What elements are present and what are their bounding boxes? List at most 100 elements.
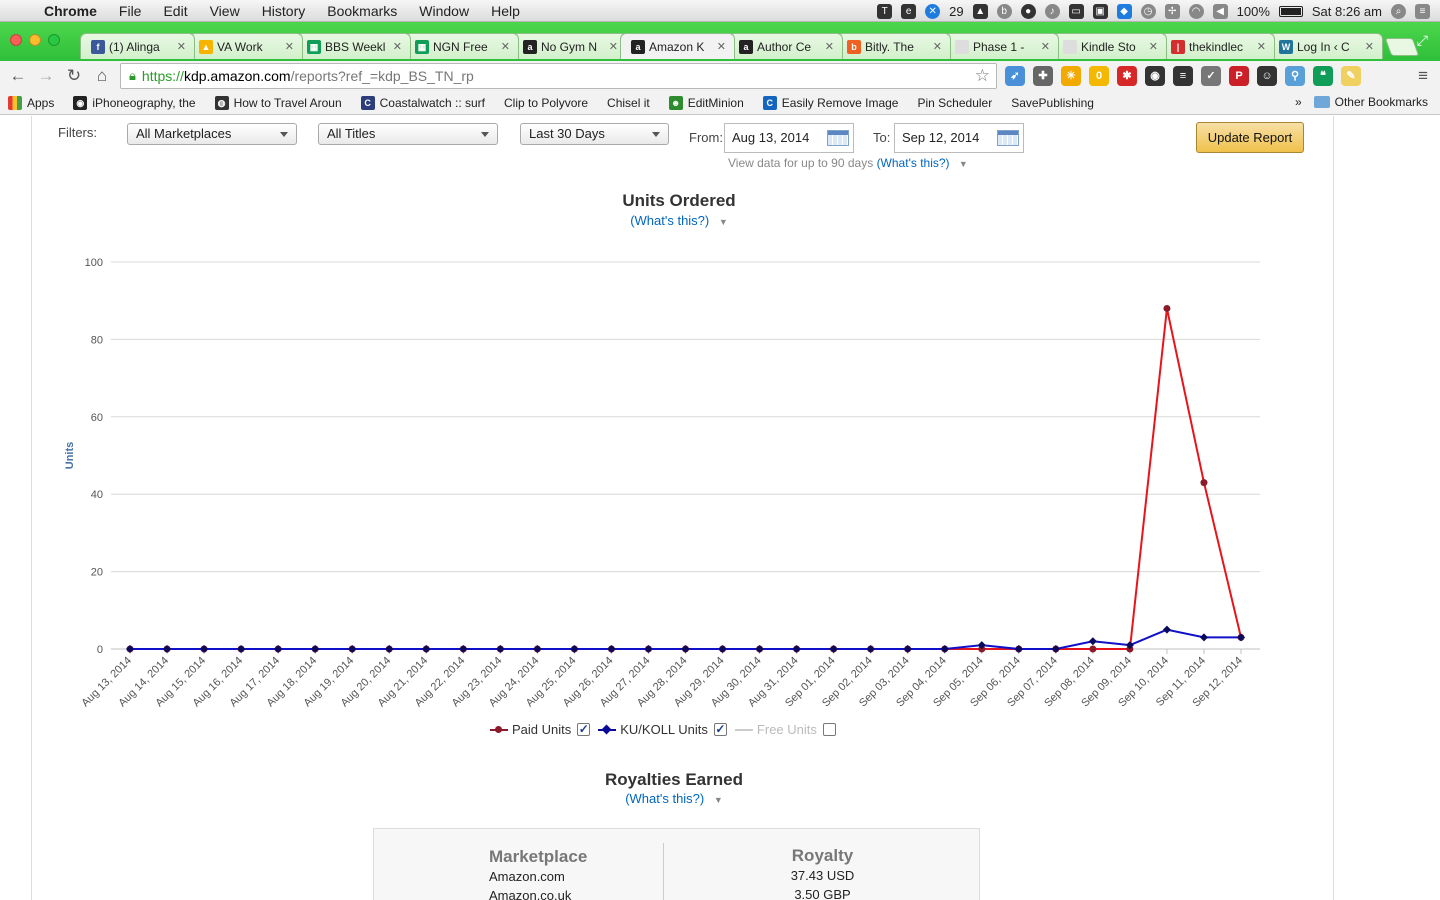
tab-10[interactable]: | thekindlec ✕ bbox=[1160, 33, 1275, 59]
magnifier-extension-icon[interactable]: ⚲ bbox=[1285, 66, 1305, 86]
menu-bookmarks[interactable]: Bookmarks bbox=[316, 3, 408, 19]
menu-window[interactable]: Window bbox=[408, 3, 480, 19]
volume-icon[interactable]: ◀ bbox=[1212, 3, 1228, 19]
bookmark-item[interactable]: Clip to Polyvore bbox=[0, 96, 588, 221]
tab-1[interactable]: ▲ VA Work ✕ bbox=[188, 33, 303, 59]
menu-edit[interactable]: Edit bbox=[152, 3, 198, 19]
tab-2[interactable]: ▦ BBS Weekl ✕ bbox=[296, 33, 411, 59]
legend-ku-units[interactable]: KU/KOLL Units ✓ bbox=[598, 722, 727, 737]
close-tab-icon[interactable]: ✕ bbox=[1365, 40, 1374, 53]
monitor-icon[interactable]: ▭ bbox=[1068, 3, 1084, 19]
buffer-extension-icon[interactable]: ≡ bbox=[1173, 66, 1193, 86]
suitcase-icon[interactable]: ▣ bbox=[1092, 3, 1108, 19]
time-machine-icon[interactable]: ◷ bbox=[1140, 3, 1156, 19]
owl-extension-icon[interactable]: ◉ bbox=[1145, 66, 1165, 86]
fullscreen-icon[interactable]: ⤢ bbox=[1417, 32, 1428, 49]
bookmark-item[interactable]: Chisel it bbox=[0, 96, 650, 221]
home-button[interactable]: ⌂ bbox=[88, 66, 116, 86]
drive-icon[interactable]: ▲ bbox=[972, 3, 988, 19]
other-bookmarks[interactable]: Other Bookmarks bbox=[1335, 95, 1428, 109]
close-tab-icon[interactable]: ✕ bbox=[1149, 40, 1158, 53]
tab-9[interactable]: Kindle Sto ✕ bbox=[1052, 33, 1167, 59]
bluetooth-icon[interactable]: ✢ bbox=[1164, 3, 1180, 19]
speech-icon[interactable]: ● bbox=[1020, 3, 1036, 19]
address-bar[interactable]: 🔒︎ https:// kdp.amazon.com /reports?ref_… bbox=[120, 63, 997, 89]
wifi-icon[interactable]: ◠ bbox=[1188, 3, 1204, 19]
tab-11[interactable]: W Log In ‹ C ✕ bbox=[1268, 33, 1383, 59]
battery-icon[interactable] bbox=[1278, 5, 1303, 17]
evernote-icon[interactable]: e bbox=[901, 3, 917, 19]
zoom-window-button[interactable] bbox=[48, 34, 60, 46]
lock-icon[interactable]: 🔒︎ bbox=[129, 68, 136, 84]
pinterest-extension-icon[interactable]: P bbox=[1229, 66, 1249, 86]
bookmark-item[interactable]: SavePublishing bbox=[0, 96, 1094, 221]
note-extension-icon[interactable]: ✎ bbox=[1341, 66, 1361, 86]
bookmark-item[interactable]: ☻ EditMinion bbox=[668, 95, 744, 110]
new-tab-button[interactable] bbox=[1384, 38, 1420, 56]
bookmark-item[interactable]: Pin Scheduler bbox=[0, 96, 992, 221]
xmarks-icon[interactable]: ✕ bbox=[925, 3, 941, 19]
bookmark-item[interactable]: C Coastalwatch :: surf bbox=[360, 95, 485, 110]
bookmark-item[interactable]: ◍ How to Travel Aroun bbox=[214, 95, 342, 110]
bookmark-item[interactable]: C Easily Remove Image bbox=[762, 95, 898, 110]
menu-view[interactable]: View bbox=[199, 3, 251, 19]
ku-units-swatch bbox=[598, 725, 617, 735]
hangouts-extension-icon[interactable]: ❝ bbox=[1313, 66, 1333, 86]
tab-8[interactable]: Phase 1 - ✕ bbox=[944, 33, 1059, 59]
forward-button[interactable]: → bbox=[32, 66, 60, 86]
tab-5[interactable]: a Amazon K ✕ bbox=[620, 33, 735, 59]
bell-icon[interactable]: ♪ bbox=[1044, 3, 1060, 19]
legend-free-units[interactable]: Free Units bbox=[734, 722, 836, 737]
bookmark-item[interactable]: Apps bbox=[8, 95, 54, 110]
tab-3[interactable]: ▦ NGN Free ✕ bbox=[404, 33, 519, 59]
chevron-down-icon[interactable]: ▼ bbox=[714, 795, 723, 805]
close-tab-icon[interactable]: ✕ bbox=[717, 40, 726, 53]
tab-title: thekindlec bbox=[1189, 39, 1244, 54]
back-button[interactable]: ← bbox=[4, 66, 32, 86]
spotlight-icon[interactable]: ⌕ bbox=[1391, 3, 1406, 19]
bookmarks-overflow-icon[interactable]: » bbox=[1295, 95, 1302, 109]
tab-4[interactable]: a No Gym N ✕ bbox=[512, 33, 627, 59]
bird-extension-icon[interactable]: ➶ bbox=[1005, 66, 1025, 86]
notification-center-icon[interactable]: ≡ bbox=[1415, 3, 1430, 19]
ku-units-checkbox[interactable]: ✓ bbox=[713, 723, 727, 736]
pinwheel-extension-icon[interactable]: ✳ bbox=[1061, 66, 1081, 86]
badge-extension-icon[interactable]: 0 bbox=[1089, 66, 1109, 86]
royalties-help-link[interactable]: (What's this?) bbox=[625, 791, 704, 806]
reload-button[interactable]: ↻ bbox=[60, 66, 88, 86]
close-window-button[interactable] bbox=[10, 34, 22, 46]
menu-history[interactable]: History bbox=[251, 3, 317, 19]
asterisk-extension-icon[interactable]: ✱ bbox=[1117, 66, 1137, 86]
chrome-menu-icon[interactable]: ≡ bbox=[1418, 66, 1428, 86]
minimize-window-button[interactable] bbox=[29, 34, 41, 46]
close-tab-icon[interactable]: ✕ bbox=[1257, 40, 1266, 53]
app-menu[interactable]: Chrome bbox=[40, 3, 108, 19]
menu-file[interactable]: File bbox=[108, 3, 153, 19]
legend-paid-units[interactable]: Paid Units ✓ bbox=[490, 722, 591, 737]
td-icon[interactable]: T bbox=[877, 3, 893, 19]
dropbox-icon[interactable]: ◆ bbox=[1116, 3, 1132, 19]
bookmark-item[interactable]: ◉ iPhoneography, the bbox=[73, 95, 196, 110]
close-tab-icon[interactable]: ✕ bbox=[1041, 40, 1050, 53]
close-tab-icon[interactable]: ✕ bbox=[285, 40, 294, 53]
close-tab-icon[interactable]: ✕ bbox=[609, 40, 618, 53]
tab-0[interactable]: f (1) Alinga ✕ bbox=[80, 33, 195, 59]
clock[interactable]: Sat 8:26 am bbox=[1312, 4, 1382, 19]
tab-7[interactable]: b Bitly. The ✕ bbox=[836, 33, 951, 59]
free-units-checkbox[interactable] bbox=[822, 723, 836, 736]
tab-title: Author Ce bbox=[757, 39, 812, 54]
paid-units-checkbox[interactable]: ✓ bbox=[577, 723, 591, 736]
ku-units-point bbox=[681, 645, 690, 653]
tab-6[interactable]: a Author Ce ✕ bbox=[728, 33, 843, 59]
pocket-extension-icon[interactable]: ✓ bbox=[1201, 66, 1221, 86]
close-tab-icon[interactable]: ✕ bbox=[501, 40, 510, 53]
b-icon[interactable]: b bbox=[996, 3, 1012, 19]
bookmark-star-icon[interactable]: ☆ bbox=[975, 66, 990, 86]
close-tab-icon[interactable]: ✕ bbox=[825, 40, 834, 53]
smiley-extension-icon[interactable]: ☺ bbox=[1257, 66, 1277, 86]
close-tab-icon[interactable]: ✕ bbox=[393, 40, 402, 53]
close-tab-icon[interactable]: ✕ bbox=[933, 40, 942, 53]
close-tab-icon[interactable]: ✕ bbox=[177, 40, 186, 53]
menu-help[interactable]: Help bbox=[480, 3, 531, 19]
puzzle-extension-icon[interactable]: ✚ bbox=[1033, 66, 1053, 86]
